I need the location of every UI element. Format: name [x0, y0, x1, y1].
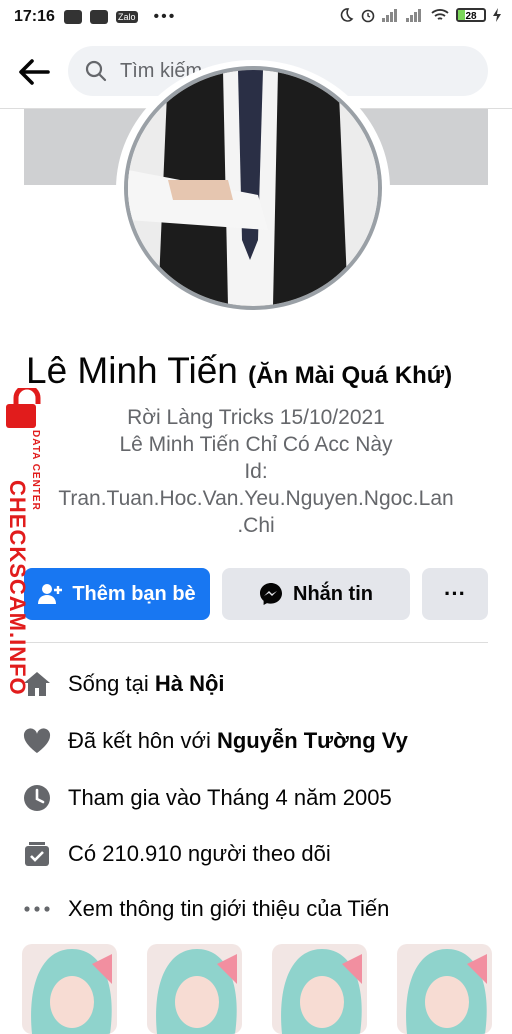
- search-icon: [85, 60, 107, 82]
- friend-photo[interactable]: [147, 944, 242, 1034]
- relationship-row[interactable]: Đã kết hôn với Nguyễn Tường Vy: [22, 723, 408, 759]
- lock-icon: [6, 388, 41, 428]
- bio-line: .Chi: [237, 514, 275, 537]
- profile-name-text: Lê Minh Tiến: [26, 350, 238, 391]
- lives-in-prefix: Sống tại: [68, 671, 149, 696]
- more-dots-icon: ···: [444, 581, 466, 606]
- clock-icon: [22, 783, 52, 813]
- profile-name: Lê Minh Tiến (Ăn Mài Quá Khứ): [26, 350, 452, 392]
- joined-text: Tham gia vào Tháng 4 năm 2005: [68, 785, 392, 810]
- see-about-text: Xem thông tin giới thiệu của Tiến: [68, 896, 390, 921]
- friends-grid: [22, 944, 492, 1034]
- status-time: 17:16: [14, 8, 55, 25]
- signal-icon: [382, 8, 400, 22]
- profile-bio: Rời Làng Tricks 15/10/2021 Lê Minh Tiến …: [36, 404, 476, 539]
- partner-name[interactable]: Nguyễn Tường Vy: [217, 728, 408, 754]
- profile-photo-image: [128, 70, 378, 306]
- zalo-notification-icon: Zalo: [116, 11, 138, 23]
- see-about-row[interactable]: Xem thông tin giới thiệu của Tiến: [22, 891, 389, 927]
- more-options-button[interactable]: ···: [422, 568, 488, 620]
- moon-icon: [340, 8, 354, 22]
- bio-line: Id:: [244, 460, 268, 483]
- lives-in-row[interactable]: Sống tại Hà Nội: [22, 666, 225, 702]
- wifi-icon: [431, 9, 449, 20]
- followers-row[interactable]: Có 210.910 người theo dõi: [22, 836, 331, 872]
- divider: [24, 642, 488, 643]
- lives-in-place[interactable]: Hà Nội: [155, 671, 225, 697]
- signal-icon-2: [406, 8, 424, 22]
- friend-photo[interactable]: [22, 944, 117, 1034]
- message-label: Nhắn tin: [293, 582, 373, 605]
- friend-photo[interactable]: [272, 944, 367, 1034]
- watermark: DATA CENTER CHECKSCAM.INFO: [0, 388, 58, 696]
- relationship-prefix: Đã kết hôn với: [68, 728, 211, 753]
- message-button[interactable]: Nhắn tin: [222, 568, 410, 620]
- followers-icon: [22, 839, 52, 869]
- bio-line: Rời Làng Tricks 15/10/2021: [127, 406, 385, 429]
- joined-row: Tham gia vào Tháng 4 năm 2005: [22, 780, 392, 816]
- alternate-name: (Ăn Mài Quá Khứ): [248, 362, 453, 389]
- message-notification-icon: [64, 10, 82, 24]
- video-notification-icon: [90, 10, 108, 24]
- profile-picture[interactable]: [124, 66, 382, 310]
- add-friend-label: Thêm bạn bè: [72, 582, 196, 605]
- followers-text: Có 210.910 người theo dõi: [68, 841, 331, 866]
- back-arrow-icon[interactable]: [14, 52, 54, 92]
- charging-icon: [493, 8, 501, 22]
- alarm-icon: [361, 9, 375, 23]
- more-dots-icon: [22, 894, 52, 924]
- more-notifications-icon: •••: [153, 8, 177, 25]
- heart-icon: [22, 726, 52, 756]
- friend-photo[interactable]: [397, 944, 492, 1034]
- status-bar: 17:16 Zalo ••• 28: [0, 0, 512, 34]
- bio-line: Tran.Tuan.Hoc.Van.Yeu.Nguyen.Ngoc.Lan: [58, 487, 454, 510]
- watermark-main: CHECKSCAM.INFO: [5, 480, 30, 696]
- messenger-icon: [260, 583, 282, 605]
- watermark-sub: DATA CENTER: [30, 430, 41, 511]
- bio-line: Lê Minh Tiến Chỉ Có Acc Này: [119, 433, 393, 456]
- battery-icon: 28: [456, 8, 486, 22]
